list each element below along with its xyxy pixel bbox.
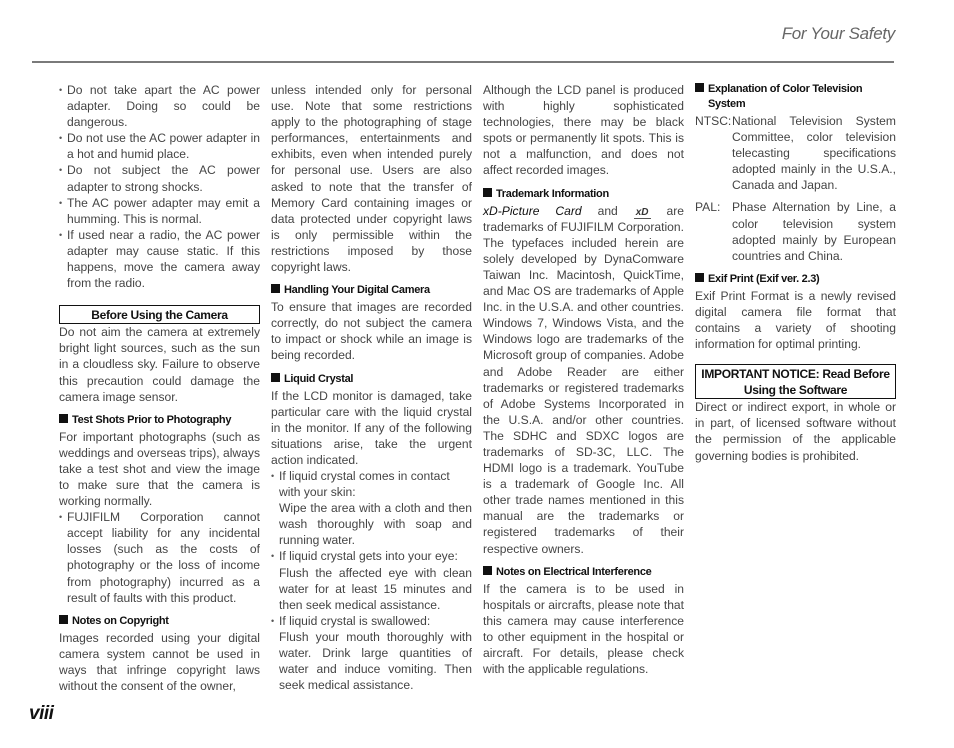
bullet-icon: •	[59, 197, 63, 208]
section-square-icon	[271, 372, 280, 382]
liquid-crystal-text: If the LCD monitor is damaged, take part…	[271, 388, 472, 467]
bullet-icon: •	[59, 133, 63, 144]
copyright-heading: Notes on Copyright	[59, 614, 260, 629]
list-item: • If liquid crystal comes in contact with…	[271, 468, 472, 548]
section-square-icon	[59, 413, 68, 423]
list-item: • Do not subject the AC power adapter to …	[59, 163, 260, 194]
trademark-text: xD-Picture Card and xD are trademarks of…	[483, 203, 684, 556]
exif-print-text: Exif Print Format is a newly revised dig…	[695, 288, 896, 352]
xd-picture-card-name: xD-Picture Card	[483, 203, 582, 218]
section-square-icon	[483, 187, 492, 197]
exif-print-heading: Exif Print (Exif ver. 2.3)	[695, 272, 896, 287]
bullet-icon: •	[59, 85, 63, 95]
before-using-camera-heading: Before Using the Camera	[59, 305, 260, 325]
column-2: unless intended only for personal use. N…	[271, 82, 472, 693]
handling-heading: Handling Your Digital Camera	[271, 283, 472, 298]
bullet-icon: •	[59, 229, 63, 240]
xd-logo-icon: xD	[633, 206, 651, 219]
copyright-text-continued: unless intended only for personal use. N…	[271, 83, 472, 275]
bullet-icon: •	[271, 615, 275, 626]
important-notice-text: Direct or indirect export, in whole or i…	[695, 400, 896, 463]
liquid-crystal-list: • If liquid crystal comes in contact with…	[271, 468, 472, 693]
test-shots-text: For important photographs (such as weddi…	[59, 429, 260, 509]
list-item: • The AC power adapter may emit a humming…	[59, 195, 260, 226]
important-notice-heading: IMPORTANT NOTICE: Read Before Using the …	[695, 364, 896, 400]
list-item: • If liquid crystal is swallowed: Flush yo…	[271, 613, 472, 693]
before-using-camera-text: Do not aim the camera at extremely brigh…	[59, 325, 260, 404]
electrical-interference-heading: Notes on Electrical Interference	[483, 565, 684, 580]
list-item: • Do not use the AC power adapter in a ho…	[59, 131, 260, 162]
section-square-icon	[59, 614, 68, 624]
section-square-icon	[483, 565, 492, 575]
bullet-icon: •	[271, 551, 275, 562]
lcd-panel-text: Although the LCD panel is produced with …	[483, 83, 684, 178]
test-shots-heading: Test Shots Prior to Photography	[59, 413, 260, 428]
electrical-interference-text: If the camera is to be used in hospitals…	[483, 581, 684, 677]
column-3: Although the LCD panel is produced with …	[483, 82, 684, 677]
section-square-icon	[271, 284, 280, 294]
trademark-heading: Trademark Information	[483, 187, 684, 202]
page-number: viii	[29, 703, 54, 724]
list-item: • If used near a radio, the AC power adap…	[59, 227, 260, 291]
list-item: • If liquid crystal gets into your eye: Fl…	[271, 549, 472, 612]
list-item: • Do not take apart the AC power adapter.…	[59, 83, 260, 130]
section-square-icon	[695, 272, 704, 282]
section-square-icon	[695, 83, 704, 92]
handling-text: To ensure that images are recorded corre…	[271, 300, 472, 363]
ac-adapter-list: • Do not take apart the AC power adapter.…	[59, 82, 260, 291]
liquid-crystal-heading: Liquid Crystal	[271, 372, 472, 387]
bullet-icon: •	[59, 165, 63, 176]
header-title: For Your Safety	[781, 24, 896, 43]
color-tv-heading: Explanation of Color Television System	[695, 82, 896, 112]
copyright-text: Images recorded using your digital camer…	[59, 630, 260, 693]
definition-pal: PAL: Phase Alternation by Line, a color …	[695, 200, 896, 263]
column-4: Explanation of Color Television System NT…	[695, 82, 896, 464]
test-shots-list: • FUJIFILM Corporation cannot accept liab…	[59, 509, 260, 606]
definition-ntsc: NTSC: National Television System Committ…	[695, 114, 896, 193]
bullet-icon: •	[59, 512, 63, 523]
bullet-icon: •	[271, 470, 275, 481]
list-item: • FUJIFILM Corporation cannot accept liab…	[59, 510, 260, 605]
column-1: • Do not take apart the AC power adapter.…	[59, 82, 260, 694]
header-divider	[32, 61, 894, 63]
tv-system-definitions: NTSC: National Television System Committ…	[695, 113, 896, 264]
